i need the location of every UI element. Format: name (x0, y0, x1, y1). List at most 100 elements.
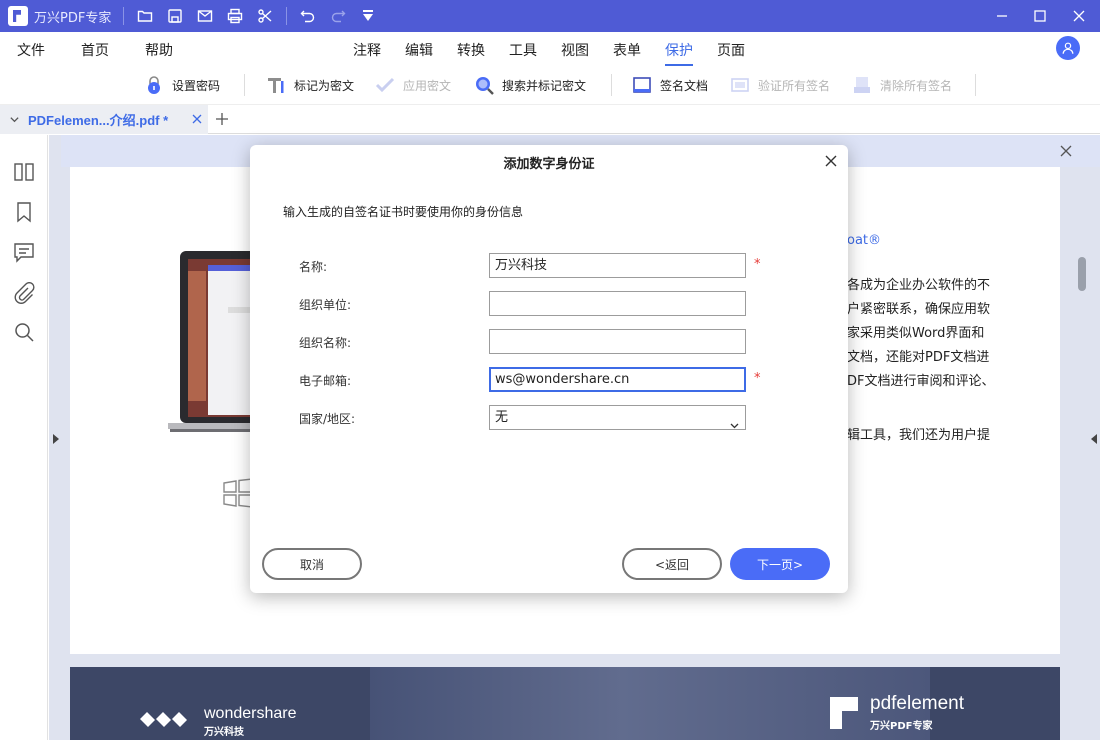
pdfelement-logo-icon (830, 697, 858, 729)
set-password-button[interactable]: 设置密码 (143, 72, 220, 98)
document-heading: oat® (847, 233, 881, 248)
org-name-field[interactable] (489, 329, 746, 354)
menu-protect[interactable]: 保护 (665, 40, 693, 60)
pdfelement-brand-sub: 万兴PDF专家 (870, 717, 932, 732)
document-text-line: 文档，还能对PDF文档进 (847, 346, 989, 365)
comment-icon[interactable] (13, 241, 35, 263)
mark-redaction-label: 标记为密文 (294, 77, 354, 94)
customize-icon[interactable] (353, 0, 383, 32)
bookmark-icon[interactable] (13, 201, 35, 223)
share-icon[interactable] (250, 0, 280, 32)
cancel-button[interactable]: 取消 (262, 548, 362, 580)
close-window-button[interactable] (1062, 0, 1096, 32)
divider (286, 7, 287, 25)
document-text-line: DF文档进行审阅和评论、 (847, 370, 995, 389)
save-icon[interactable] (160, 0, 190, 32)
org-name-label: 组织名称: (299, 334, 351, 351)
verify-signatures-button[interactable]: 验证所有签名 (729, 72, 830, 98)
pdf-page-footer: wondershare 万兴科技 pdfelement 万兴PDF专家 (70, 667, 1060, 740)
close-dialog-icon[interactable] (824, 154, 838, 168)
thumbnails-icon[interactable] (13, 161, 35, 183)
redaction-text-icon (265, 74, 287, 96)
document-text-line: 各成为企业办公软件的不 (847, 274, 990, 293)
attachment-icon[interactable] (13, 282, 35, 304)
print-icon[interactable] (220, 0, 250, 32)
redo-icon[interactable] (323, 0, 353, 32)
wondershare-brand: wondershare (204, 705, 297, 723)
app-title: 万兴PDF专家 (34, 7, 111, 26)
minimize-button[interactable] (985, 0, 1019, 32)
document-tab-title: PDFelemen...介绍.pdf * (28, 110, 168, 129)
title-bar: 万兴PDF专家 (0, 0, 1100, 32)
menu-view[interactable]: 视图 (561, 40, 589, 60)
verify-signatures-label: 验证所有签名 (758, 77, 830, 94)
menu-convert[interactable]: 转换 (457, 40, 485, 60)
email-icon[interactable] (190, 0, 220, 32)
divider (975, 74, 976, 96)
lock-icon (143, 74, 165, 96)
mark-redaction-button[interactable]: 标记为密文 (265, 72, 354, 98)
menu-page[interactable]: 页面 (717, 40, 745, 60)
dialog-description: 输入生成的自签名证书时要使用你的身份信息 (283, 203, 523, 220)
required-mark: * (754, 257, 761, 272)
menu-help[interactable]: 帮助 (145, 40, 173, 60)
left-side-panel (0, 135, 48, 740)
document-text-line: 家采用类似Word界面和 (847, 322, 984, 341)
chevron-down-icon[interactable] (0, 114, 28, 125)
document-tab-bar: PDFelemen...介绍.pdf * (0, 104, 1100, 134)
dialog-title: 添加数字身份证 (250, 153, 848, 172)
org-unit-field[interactable] (489, 291, 746, 316)
divider (244, 74, 245, 96)
clear-signature-icon (851, 74, 873, 96)
chevron-down-icon (730, 414, 739, 420)
wondershare-brand-sub: 万兴科技 (204, 723, 244, 738)
search-redact-button[interactable]: 搜索并标记密文 (473, 72, 586, 98)
document-text-line: 户紧密联系，确保应用软 (847, 298, 990, 317)
pdfelement-brand: pdfelement (870, 693, 964, 715)
sign-document-label: 签名文档 (660, 77, 708, 94)
apply-redaction-label: 应用密文 (403, 77, 451, 94)
search-icon[interactable] (13, 321, 35, 343)
menu-bar: 文件 首页 帮助 注释 编辑 转换 工具 视图 表单 保护 页面 (0, 32, 1100, 66)
name-field[interactable]: 万兴科技 (489, 253, 746, 278)
clear-signatures-label: 清除所有签名 (880, 77, 952, 94)
apply-redaction-button[interactable]: 应用密文 (374, 72, 451, 98)
name-label: 名称: (299, 258, 327, 275)
open-folder-icon[interactable] (130, 0, 160, 32)
close-tab-icon[interactable] (190, 112, 204, 126)
document-tab[interactable]: PDFelemen...介绍.pdf * (0, 105, 208, 134)
email-label: 电子邮箱: (299, 372, 351, 389)
search-icon (473, 74, 495, 96)
clear-signatures-button[interactable]: 清除所有签名 (851, 72, 952, 98)
divider (123, 7, 124, 25)
user-avatar[interactable] (1056, 36, 1080, 60)
sign-document-button[interactable]: 签名文档 (631, 72, 708, 98)
undo-icon[interactable] (293, 0, 323, 32)
menu-edit[interactable]: 编辑 (405, 40, 433, 60)
expand-right-panel-icon[interactable] (1090, 433, 1098, 443)
vertical-scrollbar[interactable] (1078, 257, 1086, 291)
org-unit-label: 组织单位: (299, 296, 351, 313)
maximize-button[interactable] (1023, 0, 1057, 32)
new-tab-icon[interactable] (214, 111, 230, 127)
wondershare-logo-icon (140, 707, 194, 733)
menu-comment[interactable]: 注释 (353, 40, 381, 60)
next-button[interactable]: 下一页> (730, 548, 830, 580)
set-password-label: 设置密码 (172, 77, 220, 94)
email-field[interactable]: ws@wondershare.cn (489, 367, 746, 392)
expand-left-panel-icon[interactable] (52, 433, 60, 443)
menu-form[interactable]: 表单 (613, 40, 641, 60)
menu-home[interactable]: 首页 (81, 40, 109, 60)
country-select[interactable]: 无 (489, 405, 746, 430)
add-digital-id-dialog: 添加数字身份证 输入生成的自签名证书时要使用你的身份信息 名称: 万兴科技 * … (250, 145, 848, 593)
menu-tools[interactable]: 工具 (509, 40, 537, 60)
document-text-line: 辑工具，我们还为用户提 (847, 424, 990, 443)
menu-file[interactable]: 文件 (17, 40, 45, 60)
protect-toolbar: 设置密码 标记为密文 应用密文 搜索并标记密文 签名文档 验证所有签名 清除所有… (0, 66, 1100, 104)
required-mark: * (754, 371, 761, 386)
back-button[interactable]: <返回 (622, 548, 722, 580)
checkmark-icon (374, 74, 396, 96)
verify-signature-icon (729, 74, 751, 96)
country-label: 国家/地区: (299, 410, 355, 427)
close-banner-icon[interactable] (1060, 145, 1072, 157)
